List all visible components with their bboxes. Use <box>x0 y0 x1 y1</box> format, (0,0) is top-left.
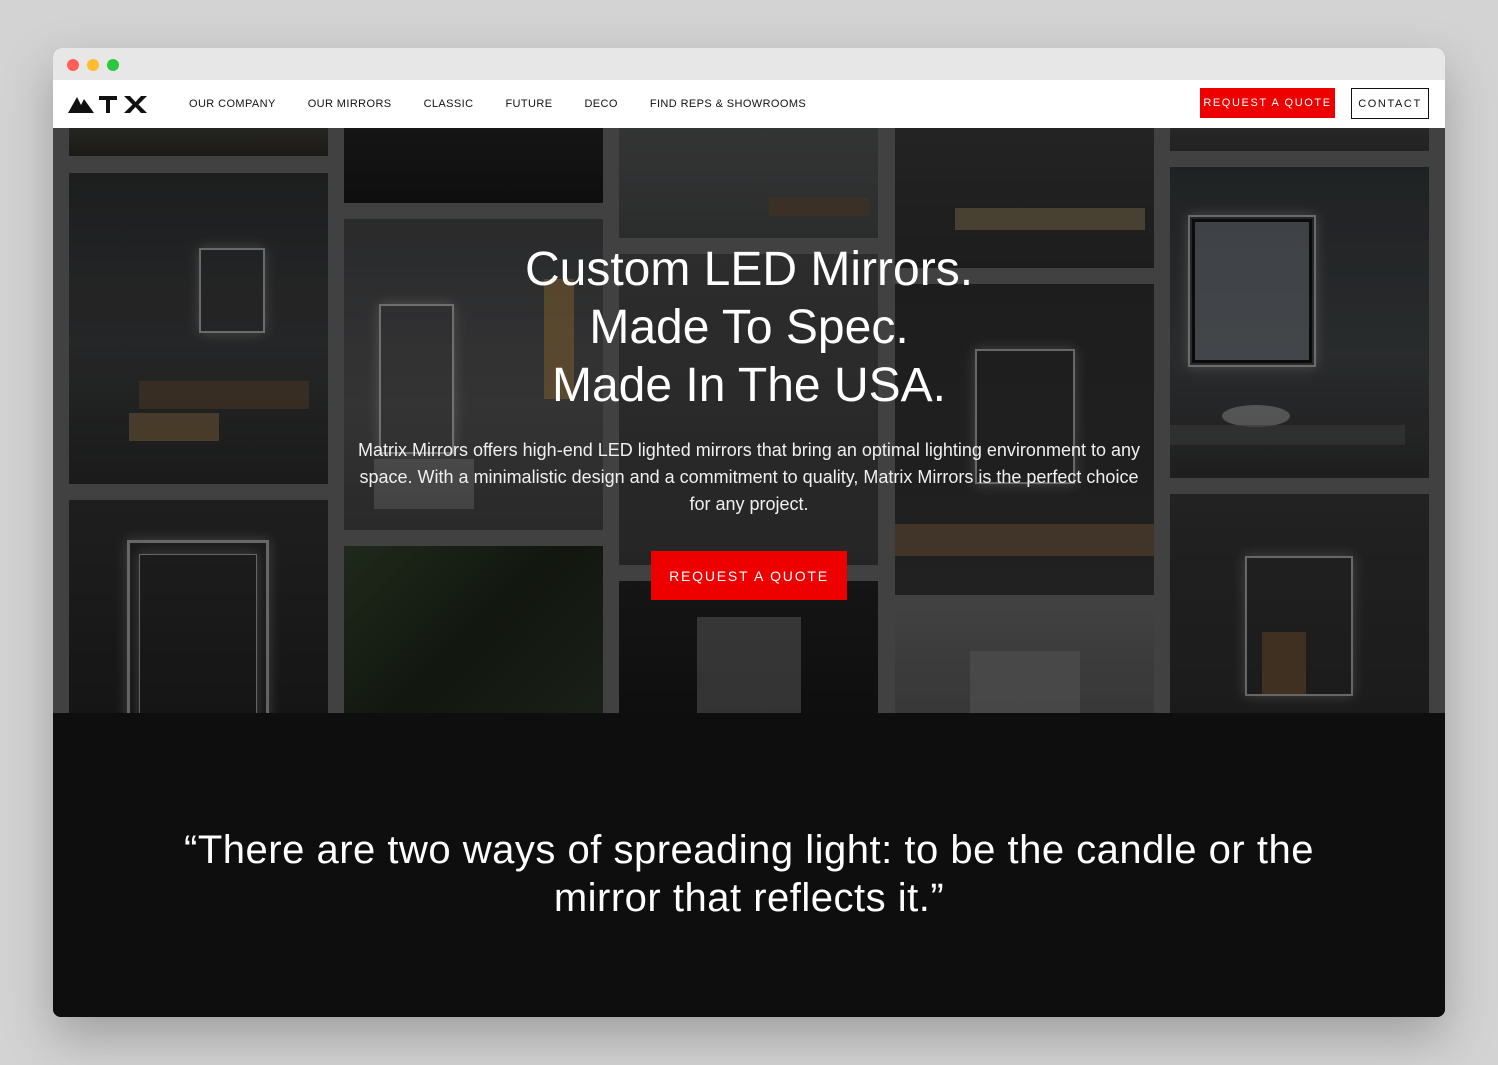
request-quote-hero-button[interactable]: REQUEST A QUOTE <box>651 551 847 600</box>
browser-window: OUR COMPANY OUR MIRRORS CLASSIC FUTURE D… <box>53 48 1445 1017</box>
site-navbar: OUR COMPANY OUR MIRRORS CLASSIC FUTURE D… <box>53 80 1445 128</box>
nav-classic[interactable]: CLASSIC <box>424 98 474 110</box>
hero-title-line: Custom LED Mirrors. <box>524 243 974 296</box>
nav-links: OUR COMPANY OUR MIRRORS CLASSIC FUTURE D… <box>189 80 838 128</box>
quote-text: “There are two ways of spreading light: … <box>184 828 1314 920</box>
hero-title: Custom LED Mirrors. Made To Spec. Made I… <box>349 241 1149 415</box>
window-titlebar <box>53 48 1445 80</box>
request-quote-nav-button[interactable]: REQUEST A QUOTE <box>1200 88 1335 118</box>
hero-title-line: Made In The USA. <box>552 359 946 412</box>
hero-content: Custom LED Mirrors. Made To Spec. Made I… <box>53 128 1445 713</box>
nav-our-mirrors[interactable]: OUR MIRRORS <box>308 98 392 110</box>
nav-find-reps[interactable]: FIND REPS & SHOWROOMS <box>650 98 806 110</box>
minimize-window-button[interactable] <box>87 59 99 71</box>
nav-future[interactable]: FUTURE <box>505 98 552 110</box>
matx-logo-icon[interactable] <box>68 93 150 115</box>
maximize-window-button[interactable] <box>107 59 119 71</box>
nav-deco[interactable]: DECO <box>584 98 617 110</box>
hero-description: Matrix Mirrors offers high-end LED light… <box>357 440 1140 514</box>
quote-section: “There are two ways of spreading light: … <box>53 713 1445 1017</box>
close-window-button[interactable] <box>67 59 79 71</box>
nav-our-company[interactable]: OUR COMPANY <box>189 98 276 110</box>
hero-title-line: Made To Spec. <box>589 301 909 354</box>
contact-button[interactable]: CONTACT <box>1351 88 1429 119</box>
hero-section: Custom LED Mirrors. Made To Spec. Made I… <box>53 128 1445 713</box>
